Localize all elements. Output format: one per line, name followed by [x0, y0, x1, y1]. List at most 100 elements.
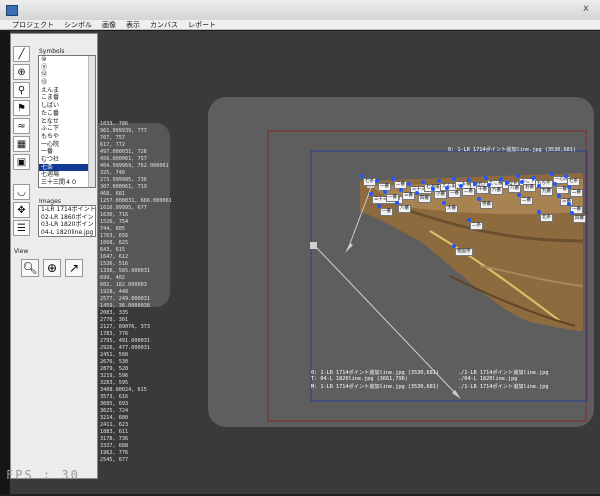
coordinate-row: 325, 746	[100, 170, 125, 176]
menu-item[interactable]: 表示	[126, 20, 140, 29]
coordinate-row: 497.000031, 726	[100, 149, 147, 155]
left-strip	[0, 31, 10, 494]
coordinate-row: 3605, 693	[100, 401, 129, 407]
map-label[interactable]: 寺番	[480, 201, 493, 209]
symbols-label: Symbols	[39, 48, 65, 55]
coordinate-row: 1616.99995, 677	[100, 205, 147, 211]
status-line-right: ./1-LR 1714ポイント追加line.jpg	[458, 370, 549, 376]
coordinate-row: 2778, 301	[100, 317, 129, 323]
menu-item[interactable]: プロジェクト	[12, 20, 54, 29]
coordinate-row: 3178, 736	[100, 436, 129, 442]
map-label[interactable]: 二番	[462, 188, 475, 196]
menu-item[interactable]: カンバス	[150, 20, 178, 29]
move-tool-icon[interactable]: ✥	[13, 202, 30, 218]
connect-tool-icon[interactable]: ⚲	[13, 82, 30, 98]
symbol-list-item[interactable]: となせ	[39, 118, 95, 126]
symbol-list-item[interactable]: ⑬	[39, 79, 95, 87]
crosshair-view-icon[interactable]: ⊕	[43, 259, 61, 277]
coordinate-row: 307.000061, 719	[100, 184, 147, 190]
coordinate-row: 1647, 612	[100, 254, 129, 260]
pin-tool-icon[interactable]: ⚑	[13, 100, 30, 116]
app-icon	[6, 5, 18, 16]
map-label[interactable]: 二条	[470, 222, 483, 230]
symbol-list-item[interactable]: こま番	[39, 94, 95, 102]
map-label[interactable]: 二番	[570, 189, 583, 197]
symbol-list-item[interactable]: えんま	[39, 87, 95, 95]
menu-item[interactable]: シンボル	[64, 20, 92, 29]
coordinate-row: 744, 805	[100, 226, 125, 232]
coordinate-row: 2545, 677	[100, 457, 129, 463]
symbol-list-item[interactable]: 三十三間４０	[39, 179, 95, 187]
hand-tool-icon[interactable]: ◡	[13, 184, 30, 200]
symbol-list-item[interactable]: たこ番	[39, 110, 95, 118]
symbol-list-item[interactable]: しばい	[39, 102, 95, 110]
coordinate-row: 3408.00024, 615	[100, 387, 147, 393]
map-label[interactable]: 八番	[398, 205, 411, 213]
coordinate-row: 404.999969, 762.000061	[100, 163, 169, 169]
map-label[interactable]: 三番	[402, 192, 415, 200]
coordinate-row: 2577, 249.000031	[100, 296, 150, 302]
coordinate-row: 3214, 680	[100, 415, 129, 421]
coordinate-row: 468, 681	[100, 191, 125, 197]
fps-counter: FPS : 30	[6, 468, 80, 482]
map-label[interactable]: 四番	[573, 215, 586, 223]
symbol-list-item[interactable]: 一番	[39, 148, 95, 156]
curve-tool-icon[interactable]: ≈	[13, 118, 30, 134]
image-list-item[interactable]: 04-L 1820line.jpg	[39, 229, 95, 236]
coordinate-list: 1033, 786 961.999939, 777 707, 757 617, 772…	[100, 121, 180, 464]
coordinate-row: 1336, 565.000031	[100, 268, 150, 274]
menu-item[interactable]: 画像	[102, 20, 116, 29]
map-label[interactable]: 小番	[434, 191, 447, 199]
symbol-list-item[interactable]: ふこ下	[39, 125, 95, 133]
map-label[interactable]: 大番	[445, 205, 458, 213]
coordinate-row: 1526, 754	[100, 219, 129, 225]
map-label[interactable]: 九番	[540, 188, 553, 196]
coordinate-row: 707, 757	[100, 135, 125, 141]
symbol-list-item[interactable]: ⑫	[39, 71, 95, 79]
map-label[interactable]: お番	[523, 184, 536, 192]
zoom-icon[interactable]: 🔍︎	[21, 259, 39, 277]
coordinate-row: 1763, 656	[100, 233, 129, 239]
symbol-list-item[interactable]: 一心院	[39, 141, 95, 149]
line-tool-icon[interactable]: ╱	[13, 46, 30, 62]
map-label[interactable]: 四番	[418, 195, 431, 203]
map-label[interactable]: 二番	[520, 197, 533, 205]
map-label[interactable]: 一番	[448, 190, 461, 198]
close-button[interactable]: x	[580, 3, 592, 15]
coordinate-row: 1783, 776	[100, 331, 129, 337]
image-list-item[interactable]: 03-LR 1820ポイント追加line.jpg	[39, 221, 95, 229]
grid-tool-icon[interactable]: ▦	[13, 136, 30, 152]
symbol-list-item[interactable]: ⑪	[39, 64, 95, 72]
coordinate-row: 602, 182.000003	[100, 282, 147, 288]
menu-item[interactable]: レポート	[188, 20, 216, 29]
crosshair-tool-icon[interactable]: ⊕	[13, 64, 30, 80]
status-line-left: M: 1-LR 1714ポイント追加line.jpg (3530,681)	[311, 384, 439, 390]
coordinate-row: 2879, 528	[100, 366, 129, 372]
map-label[interactable]: 一番	[380, 208, 393, 216]
images-listbox[interactable]: 1-LR 1714ポイント追加line.jpg02-LR 1860ポイント追加l…	[38, 205, 96, 237]
image-list-item[interactable]: 1-LR 1714ポイント追加line.jpg	[39, 206, 95, 214]
map-label[interactable]: 十番	[476, 186, 489, 194]
map-label[interactable]: 七条	[363, 178, 376, 186]
canvas-header: 0: 1-LR 1714ポイント追加line.jpg (3530,681)	[448, 147, 576, 153]
symbol-list-item[interactable]: もちや	[39, 133, 95, 141]
map-label[interactable]: 相国寺	[455, 248, 473, 256]
coordinate-row: 1962, 776	[100, 450, 129, 456]
map-label[interactable]: 北条	[540, 214, 553, 222]
coordinate-row: 2411, 623	[100, 422, 129, 428]
frame-tool-icon[interactable]: ▣	[13, 154, 30, 170]
symbol-list-item[interactable]: ⑩	[39, 56, 95, 64]
list-tool-icon[interactable]: ☰	[13, 220, 30, 236]
coordinate-row: 1033, 786	[100, 121, 129, 127]
coordinate-row: 961.999939, 777	[100, 128, 147, 134]
map-label[interactable]: 八番	[508, 185, 521, 193]
symbol-list-item[interactable]: むつ社	[39, 156, 95, 164]
menu-bar: プロジェクト シンボル 画像 表示 カンバス レポート	[0, 20, 600, 30]
symbols-scrollbar[interactable]	[88, 56, 95, 187]
map-label[interactable]: 六番	[490, 187, 503, 195]
symbols-listbox[interactable]: ⑩ ⑪ ⑫ ⑬ えんま こま番 しばい たこ番 となせ ふこ下 もちや 一心院 一番 むつ社 七条 七週場 三十…	[38, 55, 96, 188]
coordinate-row: 2795, 491.000031	[100, 338, 150, 344]
pointer-view-icon[interactable]: ↗	[65, 259, 83, 277]
status-line-right: ./04-L 1820line.jpg	[458, 376, 518, 382]
symbol-list-item[interactable]: 七週場	[39, 171, 95, 179]
